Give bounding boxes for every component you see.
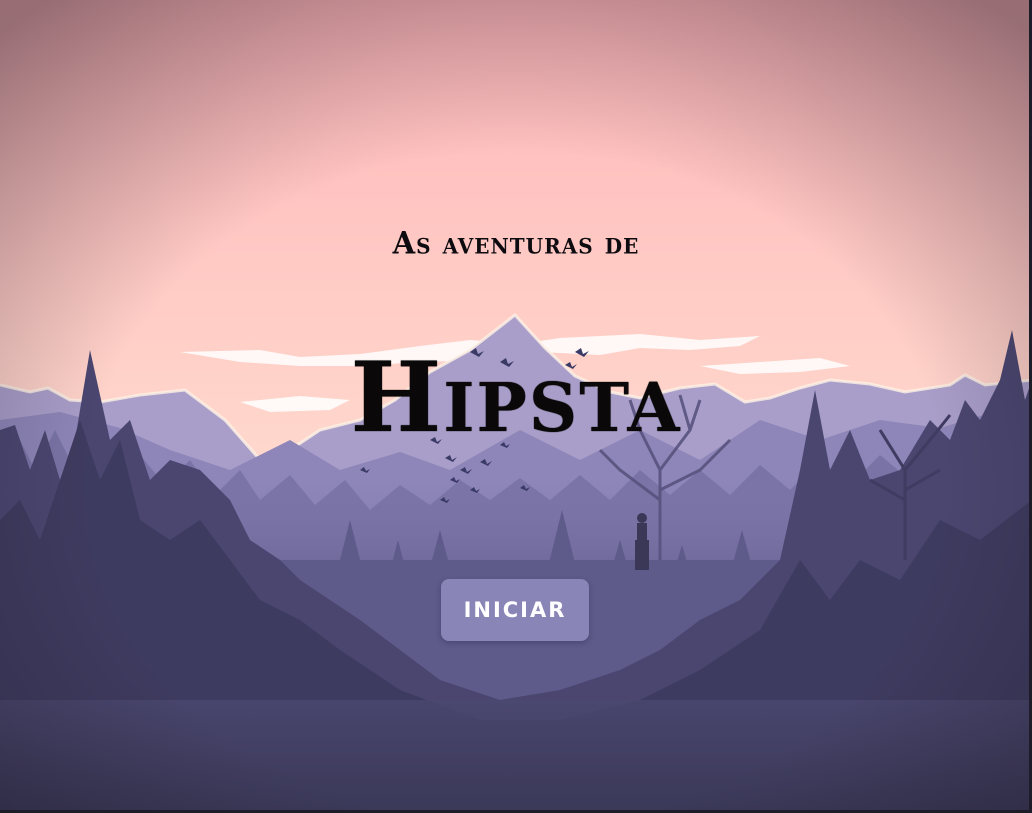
start-button[interactable]: INICIAR xyxy=(441,579,589,641)
mountain-forest-background xyxy=(0,0,1032,813)
title-screen: As aventuras de Hipsta INICIAR xyxy=(0,0,1032,813)
